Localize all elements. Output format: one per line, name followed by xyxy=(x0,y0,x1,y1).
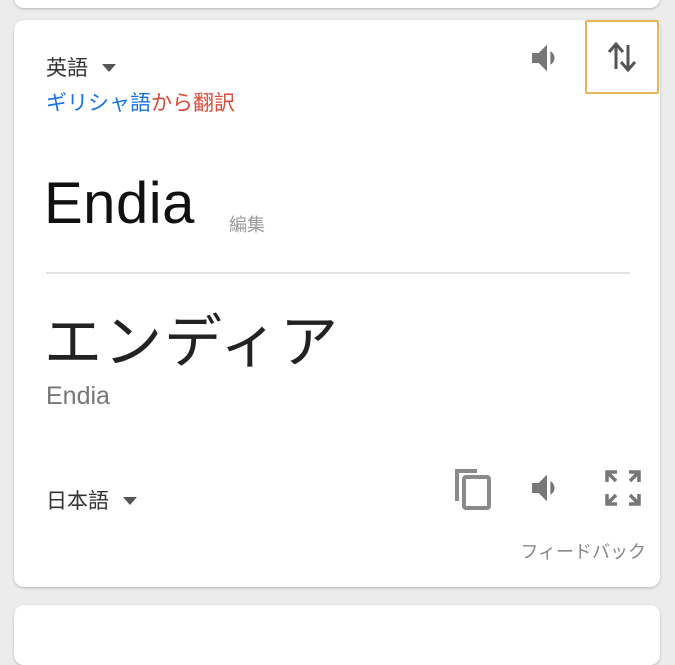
swap-languages-button[interactable] xyxy=(585,20,659,94)
detected-language-suffix: から翻訳 xyxy=(151,91,235,115)
swap-vertical-icon xyxy=(607,41,637,73)
translation-card: 英語 ギリシャ語から翻訳 Endia 編集 エンディア Endia 日本語 フィ… xyxy=(14,20,660,587)
detected-language-link[interactable]: ギリシャ語 xyxy=(46,91,151,115)
divider xyxy=(46,272,630,274)
copy-icon xyxy=(455,469,491,510)
speaker-icon xyxy=(532,44,555,72)
source-language-label: 英語 xyxy=(46,56,88,80)
fullscreen-button[interactable] xyxy=(598,463,648,513)
speaker-icon xyxy=(532,474,555,502)
listen-source-button[interactable] xyxy=(522,33,572,83)
target-language-label: 日本語 xyxy=(46,489,109,513)
romanization-text: Endia xyxy=(46,382,110,410)
source-text: Endia xyxy=(44,171,195,236)
listen-translation-button[interactable] xyxy=(522,463,572,513)
source-language-selector[interactable]: 英語 xyxy=(46,52,116,82)
edit-link[interactable]: 編集 xyxy=(229,211,265,237)
fullscreen-icon xyxy=(605,470,641,506)
next-card xyxy=(14,605,660,665)
feedback-link[interactable]: フィードバック xyxy=(520,538,646,564)
target-language-selector[interactable]: 日本語 xyxy=(46,485,137,515)
translated-text: エンディア xyxy=(44,308,340,376)
previous-card xyxy=(14,0,660,8)
detected-language-notice: ギリシャ語から翻訳 xyxy=(46,90,235,116)
caret-down-icon xyxy=(123,497,137,505)
copy-button[interactable] xyxy=(447,463,497,513)
caret-down-icon xyxy=(102,64,116,72)
